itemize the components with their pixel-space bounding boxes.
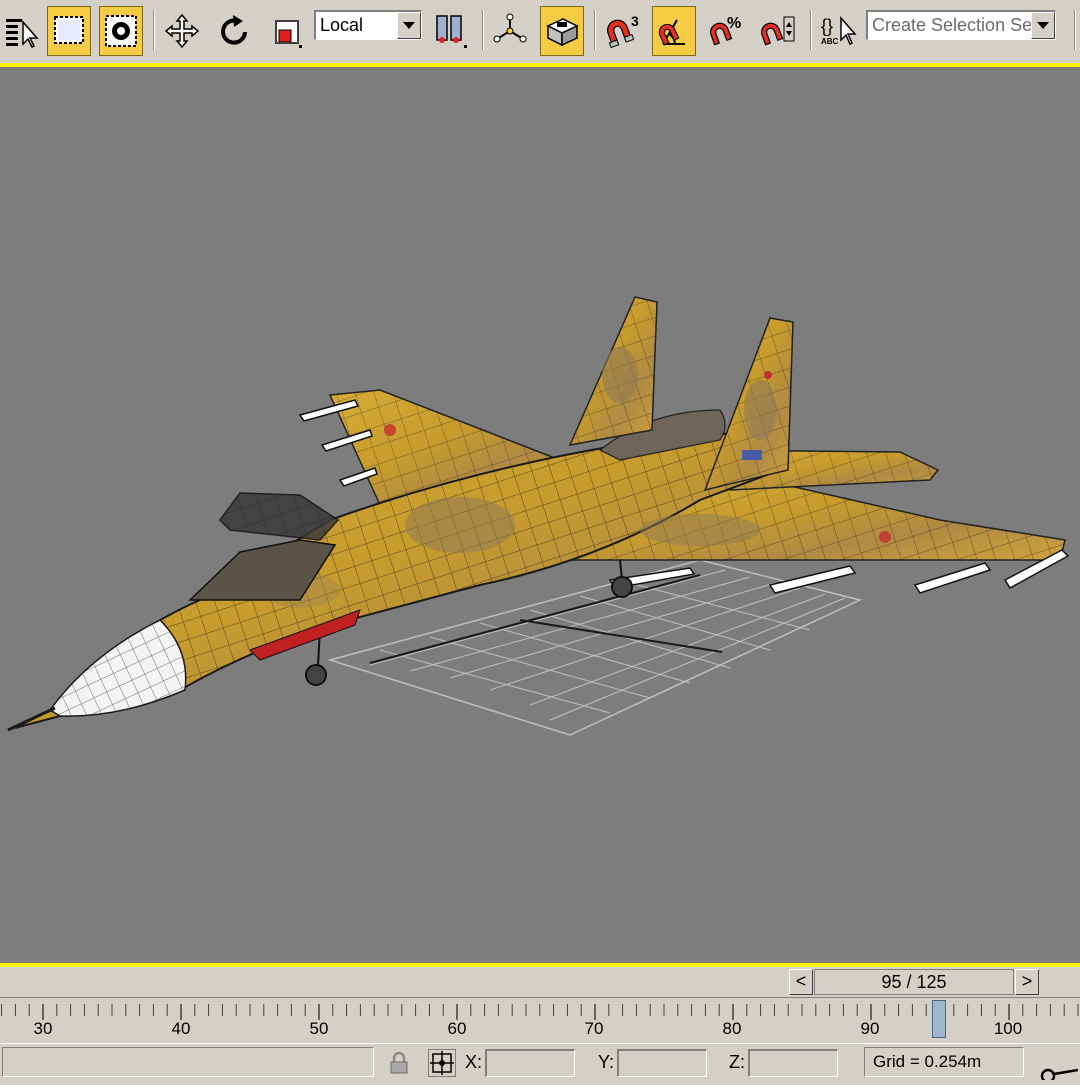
snap-dimension-superscript: 3 xyxy=(631,13,639,29)
named-selection-set-placeholder: Create Selection Set xyxy=(872,15,1038,35)
reference-coordinate-dropdown[interactable]: Local xyxy=(314,10,422,40)
use-pivot-center-button[interactable] xyxy=(428,6,472,56)
select-by-name-button[interactable] xyxy=(0,6,44,56)
current-time-marker[interactable] xyxy=(932,1000,946,1038)
snaps-toggle-button[interactable]: 3 xyxy=(600,6,644,56)
select-and-rotate-button[interactable] xyxy=(212,6,256,56)
rectangular-region-button[interactable] xyxy=(47,6,91,56)
absolute-offset-mode-toggle[interactable] xyxy=(428,1049,456,1077)
track-tick-label: 70 xyxy=(584,1019,604,1038)
y-coordinate-label: Y: xyxy=(598,1052,615,1072)
x-coordinate-label: X: xyxy=(465,1052,483,1072)
chevron-down-icon[interactable] xyxy=(1031,12,1055,39)
edit-named-selection-sets-icon: {} ABC xyxy=(821,16,857,46)
move-icon xyxy=(164,13,200,49)
keyboard-shortcut-override-button[interactable] xyxy=(540,6,584,56)
jet-aircraft-model[interactable] xyxy=(7,296,1070,732)
angle-snap-button[interactable] xyxy=(652,6,696,56)
spinner-snap-button[interactable] xyxy=(756,6,800,56)
spinner-snap-icon xyxy=(761,16,795,46)
track-tick-label: 50 xyxy=(309,1019,329,1038)
3ds-max-window: Local 3 % {} ABC Create Selection Set < … xyxy=(0,0,1080,1084)
scene-render xyxy=(7,296,1070,736)
toolbar-separator xyxy=(810,10,812,50)
key-mode-icon[interactable] xyxy=(1034,1060,1079,1084)
percent-glyph: % xyxy=(727,15,741,32)
key-icon xyxy=(1040,1068,1079,1084)
percent-snap-icon: % xyxy=(710,15,741,46)
grid-spacing-readout: Grid = 0.254m xyxy=(864,1047,1024,1077)
snaps-toggle-icon: 3 xyxy=(607,13,639,49)
select-object-icon xyxy=(105,15,137,47)
chevron-down-icon[interactable] xyxy=(397,12,421,39)
rectangular-region-icon xyxy=(54,16,84,44)
angle-snap-icon xyxy=(658,19,685,46)
toolbar-separator xyxy=(1074,10,1076,50)
select-and-scale-button[interactable] xyxy=(264,6,308,56)
track-bar[interactable] xyxy=(0,997,1080,1043)
rotate-icon xyxy=(221,15,247,45)
main-toolbar: Local 3 % {} ABC Create Selection Set xyxy=(0,0,1080,64)
toolbar-separator xyxy=(153,10,155,50)
select-manipulate-icon xyxy=(493,13,527,43)
x-coordinate-field[interactable] xyxy=(485,1049,575,1077)
track-bar-ticks xyxy=(1,1004,1079,1020)
y-coordinate-field[interactable] xyxy=(617,1049,707,1077)
select-and-manipulate-button[interactable] xyxy=(488,6,532,56)
svg-text:{}: {} xyxy=(821,16,833,36)
scale-icon xyxy=(275,20,302,48)
maxscript-listener-field[interactable] xyxy=(2,1047,374,1077)
previous-frame-button[interactable]: < xyxy=(789,969,813,995)
perspective-viewport[interactable] xyxy=(0,67,1080,963)
toolbar-separator xyxy=(482,10,484,50)
use-pivot-center-icon xyxy=(436,15,467,48)
track-tick-label: 60 xyxy=(447,1019,467,1038)
percent-snap-button[interactable]: % xyxy=(704,6,748,56)
track-tick-label: 90 xyxy=(860,1019,880,1038)
lock-icon xyxy=(390,1051,408,1074)
track-tick-label: 100 xyxy=(993,1019,1023,1038)
select-object-button[interactable] xyxy=(99,6,143,56)
selection-lock-toggle[interactable] xyxy=(388,1050,410,1076)
edit-named-selection-sets-button[interactable]: {} ABC xyxy=(816,6,860,56)
track-tick-label: 80 xyxy=(722,1019,742,1038)
z-coordinate-field[interactable] xyxy=(748,1049,838,1077)
reference-coordinate-value: Local xyxy=(320,15,364,35)
time-slider-frame-readout[interactable]: 95 / 125 xyxy=(814,969,1014,995)
named-selection-set-dropdown[interactable]: Create Selection Set xyxy=(866,10,1056,40)
keyboard-shortcut-override-icon xyxy=(546,18,579,47)
track-tick-label: 40 xyxy=(171,1019,191,1038)
z-coordinate-label: Z: xyxy=(729,1052,745,1072)
select-by-name-icon xyxy=(6,19,39,49)
select-and-move-button[interactable] xyxy=(160,6,204,56)
toolbar-separator xyxy=(594,10,596,50)
next-frame-button[interactable]: > xyxy=(1015,969,1039,995)
abc-caption: ABC xyxy=(821,37,839,46)
track-tick-label: 30 xyxy=(33,1019,53,1038)
transform-type-in-icon xyxy=(430,1051,454,1075)
